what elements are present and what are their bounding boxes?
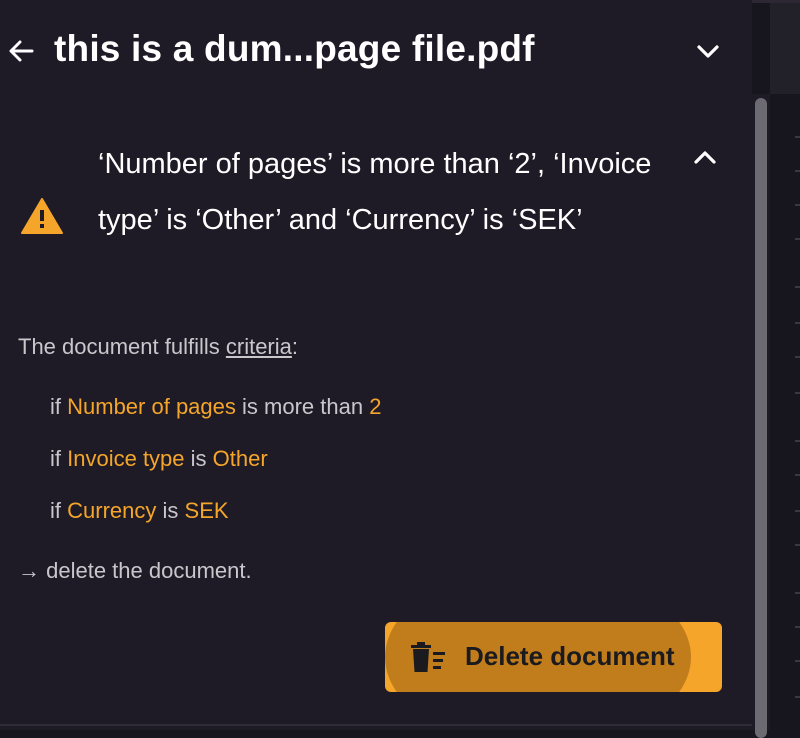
ruler-tick [795, 626, 800, 628]
ruler-tick [795, 592, 800, 594]
ruler-tick [795, 474, 800, 476]
delete-button-label: Delete document [465, 641, 675, 671]
ruler-tick [795, 510, 800, 512]
condition-if: if [50, 394, 61, 419]
condition-value: Other [212, 446, 268, 471]
criteria-intro-prefix: The document fulfills [18, 334, 226, 359]
condition-field: Invoice type [67, 446, 185, 471]
arrow-left-icon[interactable] [6, 36, 36, 66]
condition-row: if Currency is SEK [50, 498, 229, 524]
trash-delete-icon [411, 642, 445, 672]
chevron-up-icon[interactable] [690, 142, 720, 172]
ruler-tick [795, 170, 800, 172]
ruler-tick [795, 136, 800, 138]
background-content [770, 94, 800, 730]
condition-row: if Invoice type is Other [50, 446, 268, 472]
delete-document-button[interactable]: Delete document [385, 622, 722, 692]
condition-row: if Number of pages is more than 2 [50, 394, 381, 420]
warning-triangle-icon [21, 198, 63, 234]
scrollbar-thumb[interactable] [755, 98, 767, 738]
panel-divider [0, 724, 752, 726]
criteria-intro: The document fulfills criteria: [18, 334, 298, 360]
ruler-tick [795, 696, 800, 698]
file-title: this is a dum...page file.pdf [54, 28, 535, 69]
ruler-tick [795, 544, 800, 546]
ruler-tick [795, 238, 800, 240]
condition-value: SEK [184, 498, 229, 523]
ruler-tick [795, 440, 800, 442]
condition-field: Number of pages [67, 394, 236, 419]
document-panel: this is a dum...page file.pdf ‘Number of… [0, 0, 752, 730]
criteria-link[interactable]: criteria [226, 334, 292, 359]
criteria-intro-suffix: : [291, 334, 299, 359]
action-text: delete the document. [46, 558, 252, 583]
condition-if: if [50, 446, 61, 471]
chevron-down-icon[interactable] [694, 38, 722, 66]
ruler-tick [795, 322, 800, 324]
rule-summary: ‘Number of pages’ is more than ‘2’, ‘Inv… [0, 120, 752, 300]
condition-operator: is more than [242, 394, 364, 419]
right-header-strip [770, 3, 800, 94]
rule-title: ‘Number of pages’ is more than ‘2’, ‘Inv… [98, 148, 652, 236]
panel-header: this is a dum...page file.pdf [0, 18, 752, 82]
condition-operator: is [190, 446, 207, 471]
ruler-tick [795, 204, 800, 206]
ruler-tick [795, 286, 800, 288]
condition-value: 2 [369, 394, 382, 419]
ruler-tick [795, 660, 800, 662]
condition-if: if [50, 498, 61, 523]
action-arrow: → [18, 558, 40, 583]
condition-operator: is [162, 498, 179, 523]
ruler-tick [795, 392, 800, 394]
ruler-tick [795, 356, 800, 358]
action-line: → delete the document. [18, 558, 252, 584]
condition-field: Currency [67, 498, 157, 523]
